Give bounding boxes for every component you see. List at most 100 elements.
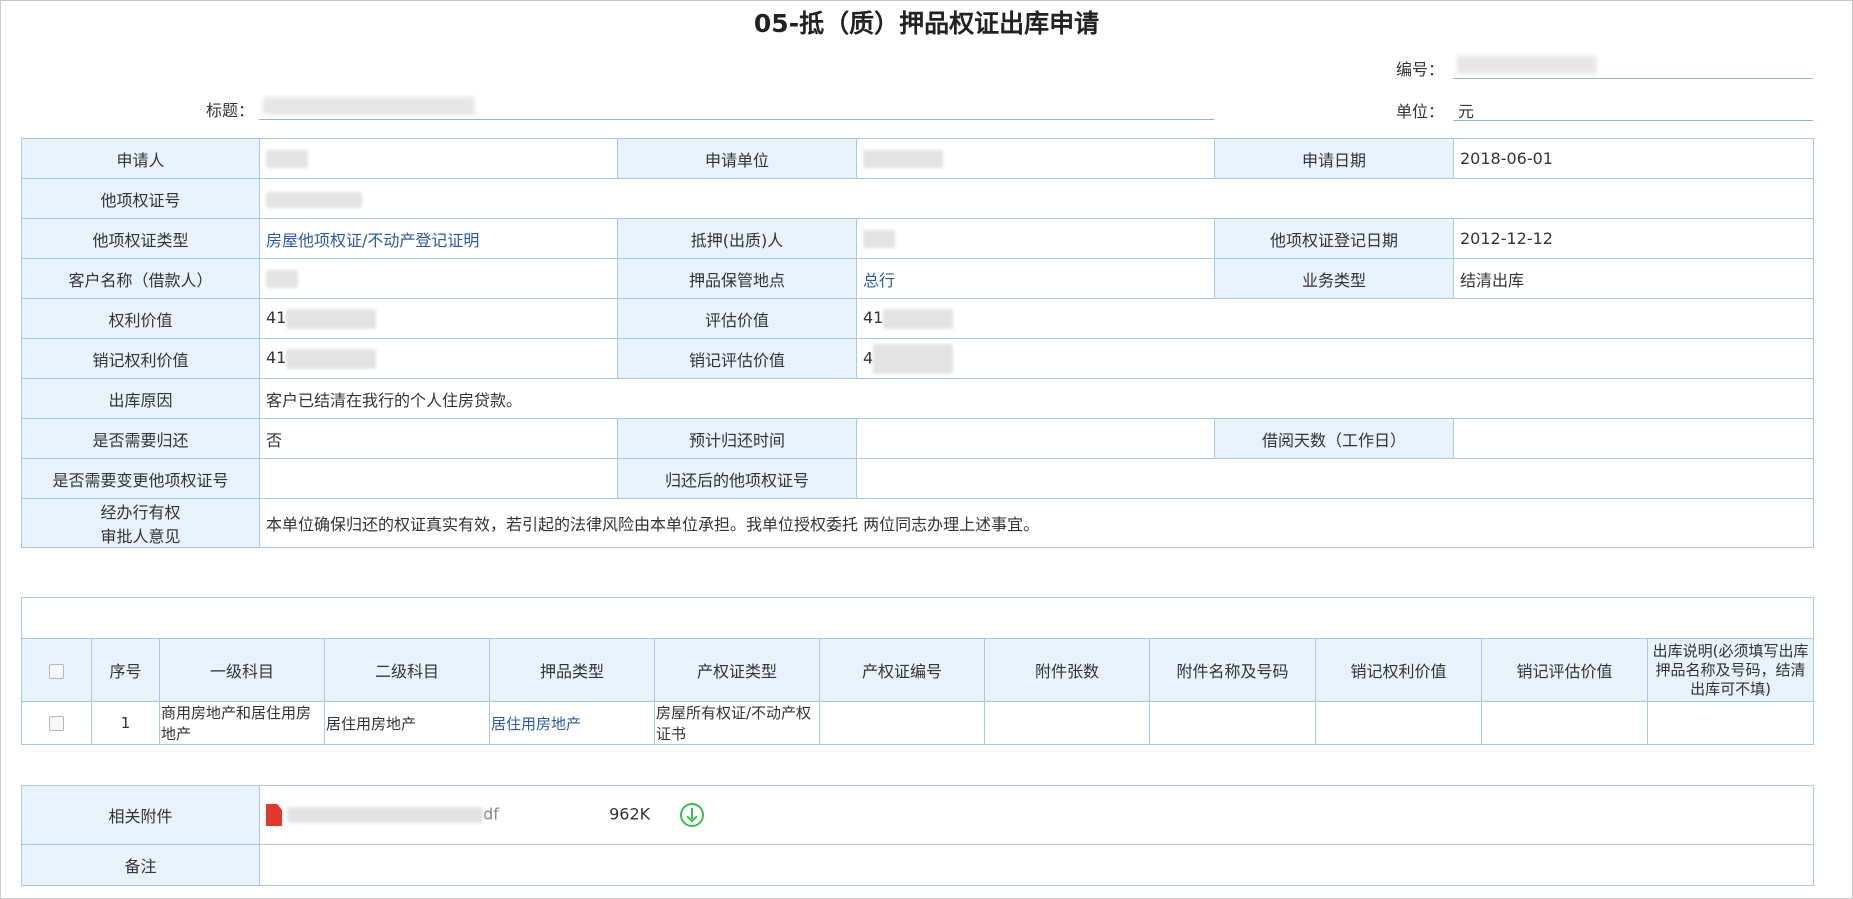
row-select-cell xyxy=(21,701,92,745)
redacted-number xyxy=(1457,56,1597,74)
expected-return-value xyxy=(856,418,1215,459)
cert-no-value xyxy=(259,178,1814,219)
collateral-items-table: 序号 一级科目 二级科目 押品类型 产权证类型 产权证编号 附件张数 附件名称及… xyxy=(20,597,1815,745)
items-toolbar xyxy=(20,597,1815,639)
col-collateral-type: 押品类型 xyxy=(489,638,655,702)
file-size: 962K xyxy=(609,804,651,824)
unit-value: 元 xyxy=(1458,102,1475,121)
mortgagor-value xyxy=(856,218,1215,259)
redacted-cancel-right xyxy=(286,348,377,369)
after-return-label: 归还后的他项权证号 xyxy=(617,458,857,499)
approver-label-line1: 经办行有权 xyxy=(100,503,181,522)
cancel-right-prefix: 41 xyxy=(266,348,287,368)
select-all-cell xyxy=(21,638,92,702)
title-field[interactable] xyxy=(259,93,1214,120)
right-value-prefix: 41 xyxy=(266,308,287,328)
attachment-item: df 962K xyxy=(259,785,1814,845)
cert-reg-date-label: 他项权证登记日期 xyxy=(1214,218,1454,259)
number-label: 编号： xyxy=(1395,60,1444,79)
row-attach-count xyxy=(984,701,1150,745)
reason-label: 出库原因 xyxy=(21,378,260,419)
approver-opinion: 本单位确保归还的权证真实有效，若引起的法律风险由本单位承担。我单位授权委托 两位… xyxy=(259,498,1814,548)
applicant-label: 申请人 xyxy=(21,138,260,179)
approver-label: 经办行有权 审批人意见 xyxy=(21,498,260,548)
title-label: 标题： xyxy=(205,101,254,120)
cert-reg-date-value: 2012-12-12 xyxy=(1453,218,1814,259)
page-title: 05-抵（质）押品权证出库申请 xyxy=(753,9,1100,38)
row-collateral-type-link[interactable]: 居住用房地产 xyxy=(489,701,655,745)
redacted-right-value xyxy=(286,308,377,329)
eval-value-label: 评估价值 xyxy=(617,298,857,339)
pdf-file-icon xyxy=(266,804,282,826)
redacted-customer xyxy=(266,270,298,289)
redacted-mortgagor xyxy=(863,230,895,249)
row-attach-name xyxy=(1149,701,1316,745)
customer-value xyxy=(259,258,618,299)
row-level2: 居住用房地产 xyxy=(324,701,490,745)
redacted-file-name xyxy=(287,807,484,823)
borrow-days-label: 借阅天数（工作日） xyxy=(1214,418,1454,459)
need-return-label: 是否需要归还 xyxy=(21,418,260,459)
col-level1: 一级科目 xyxy=(159,638,325,702)
col-cert-no: 产权证编号 xyxy=(819,638,985,702)
apply-unit-label: 申请单位 xyxy=(617,138,857,179)
cancel-right-value: 41 xyxy=(259,338,618,379)
apply-unit-value xyxy=(856,138,1215,179)
row-cancel-eval xyxy=(1481,701,1648,745)
row-cert-type: 房屋所有权证/不动产权证书 xyxy=(654,701,820,745)
need-return-value: 否 xyxy=(259,418,618,459)
select-all-checkbox[interactable] xyxy=(49,663,64,679)
apply-date-label: 申请日期 xyxy=(1214,138,1454,179)
row-remark xyxy=(1646,701,1815,745)
redacted-cancel-eval xyxy=(873,343,954,374)
cancel-eval-prefix: 4 xyxy=(863,348,874,367)
borrow-days-value xyxy=(1453,418,1814,459)
storage-label: 押品保管地点 xyxy=(617,258,857,299)
cert-type-label: 他项权证类型 xyxy=(21,218,260,259)
col-remark: 出库说明(必须填写出库押品名称及号码，结清出库可不填) xyxy=(1646,638,1815,702)
unit-field[interactable]: 元 xyxy=(1453,94,1813,121)
redacted-cert-no xyxy=(266,191,362,208)
row-checkbox[interactable] xyxy=(49,716,64,731)
unit-label: 单位： xyxy=(1395,102,1444,121)
customer-label: 客户名称（借款人） xyxy=(21,258,260,299)
col-attach-name: 附件名称及号码 xyxy=(1149,638,1316,702)
attachments-table: 相关附件 df 962K 备注 xyxy=(21,785,1814,886)
cert-no-label: 他项权证号 xyxy=(21,178,260,219)
right-value-label: 权利价值 xyxy=(21,298,260,339)
col-cancel-right: 销记权利价值 xyxy=(1315,638,1482,702)
mortgagor-label: 抵押(出质)人 xyxy=(617,218,857,259)
redacted-apply-unit xyxy=(863,150,943,169)
need-change-label: 是否需要变更他项权证号 xyxy=(21,458,260,499)
col-cancel-eval: 销记评估价值 xyxy=(1481,638,1648,702)
reason-value: 客户已结清在我行的个人住房贷款。 xyxy=(259,378,1814,419)
cert-type-link[interactable]: 房屋他项权证/不动产登记证明 xyxy=(259,218,618,259)
expected-return-label: 预计归还时间 xyxy=(617,418,857,459)
cancel-eval-value: 4 xyxy=(856,338,1814,379)
eval-value-prefix: 41 xyxy=(863,308,884,328)
row-level1: 商用房地产和居住用房地产 xyxy=(159,701,325,745)
col-attach-count: 附件张数 xyxy=(984,638,1150,702)
applicant-value xyxy=(259,138,618,179)
row-cert-no xyxy=(819,701,985,745)
col-level2: 二级科目 xyxy=(324,638,490,702)
cancel-right-label: 销记权利价值 xyxy=(21,338,260,379)
file-name-suffix[interactable]: df xyxy=(483,805,499,824)
col-index: 序号 xyxy=(91,638,160,702)
eval-value: 41 xyxy=(856,298,1814,339)
col-cert-type: 产权证类型 xyxy=(654,638,820,702)
biz-type-label: 业务类型 xyxy=(1214,258,1454,299)
download-icon[interactable] xyxy=(680,803,705,827)
redacted-title xyxy=(263,97,475,115)
attachments-label: 相关附件 xyxy=(21,785,260,845)
remark-value xyxy=(259,844,1814,886)
row-cancel-right xyxy=(1315,701,1482,745)
after-return-value xyxy=(856,458,1814,499)
storage-link[interactable]: 总行 xyxy=(856,258,1215,299)
remark-label: 备注 xyxy=(21,844,260,886)
number-field[interactable] xyxy=(1453,52,1813,79)
redacted-eval-value xyxy=(883,308,954,329)
approver-label-line2: 审批人意见 xyxy=(100,527,181,546)
apply-date-value: 2018-06-01 xyxy=(1453,138,1814,179)
right-value: 41 xyxy=(259,298,618,339)
